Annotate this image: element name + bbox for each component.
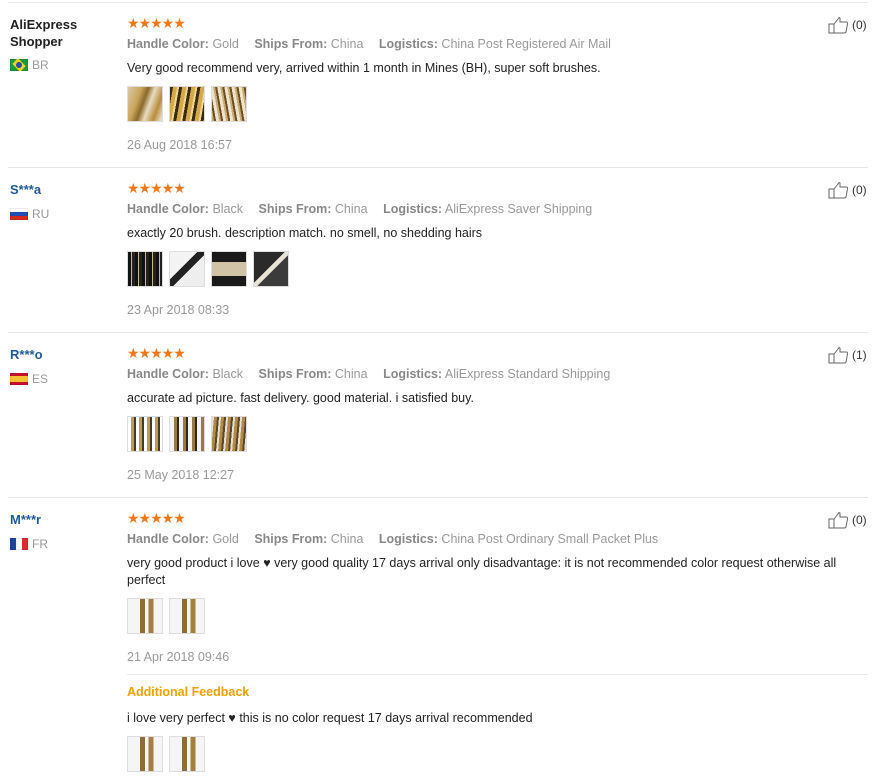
reviewer-name-line2: Shopper bbox=[10, 34, 63, 49]
review-text: very good product i love ♥ very good qua… bbox=[127, 556, 837, 587]
divider bbox=[8, 2, 868, 3]
ships-from-label: Ships From: bbox=[254, 37, 328, 51]
star-rating: ★★★★★ bbox=[127, 180, 186, 196]
review-photo-thumbnail[interactable] bbox=[127, 598, 163, 634]
additional-feedback-text: i love very perfect ♥ this is no color r… bbox=[127, 711, 533, 725]
helpful-button[interactable]: (1) bbox=[828, 346, 867, 364]
reviewer-country: BR bbox=[10, 58, 49, 72]
helpful-count: (0) bbox=[852, 513, 867, 527]
reviewer-name-line1: AliExpress bbox=[10, 17, 78, 32]
review-text: accurate ad picture. fast delivery. good… bbox=[127, 391, 474, 405]
divider bbox=[127, 674, 868, 675]
additional-feedback-photos bbox=[127, 736, 205, 772]
review-photo-thumbnail[interactable] bbox=[169, 251, 205, 287]
review-date: 23 Apr 2018 08:33 bbox=[127, 303, 230, 317]
helpful-count: (1) bbox=[852, 348, 867, 362]
ships-from-value: China bbox=[330, 37, 364, 51]
review-photo-thumbnail[interactable] bbox=[127, 86, 163, 122]
country-code: FR bbox=[32, 537, 48, 551]
review-photo-thumbnail[interactable] bbox=[169, 86, 205, 122]
spain-flag-icon bbox=[10, 373, 28, 385]
france-flag-icon bbox=[10, 538, 28, 550]
reviewer-name: AliExpress Shopper bbox=[10, 16, 77, 50]
handle-color-label: Handle Color: bbox=[127, 37, 209, 51]
helpful-count: (0) bbox=[852, 183, 867, 197]
reviewer-country: RU bbox=[10, 207, 49, 221]
ships-from-value: China bbox=[334, 202, 368, 216]
review-photo-thumbnail[interactable] bbox=[211, 251, 247, 287]
ships-from-label: Ships From: bbox=[258, 367, 332, 381]
review-text: exactly 20 brush. description match. no … bbox=[127, 226, 483, 240]
divider bbox=[8, 167, 868, 168]
helpful-button[interactable]: (0) bbox=[828, 181, 867, 199]
order-attributes: Handle Color: Black Ships From: China Lo… bbox=[127, 367, 610, 381]
order-attributes: Handle Color: Gold Ships From: China Log… bbox=[127, 532, 658, 546]
reviewer-name[interactable]: M***r bbox=[10, 511, 41, 528]
thumbs-up-icon bbox=[828, 17, 849, 34]
divider bbox=[8, 497, 868, 498]
handle-color-label: Handle Color: bbox=[127, 367, 209, 381]
handle-color-value: Black bbox=[212, 367, 244, 381]
handle-color-value: Black bbox=[212, 202, 244, 216]
review-photo-thumbnail[interactable] bbox=[211, 416, 247, 452]
helpful-button[interactable]: (0) bbox=[828, 16, 867, 34]
review-photos bbox=[127, 598, 205, 634]
reviewer-name[interactable]: R***o bbox=[10, 346, 43, 363]
review-photos bbox=[127, 251, 289, 287]
reviewer-name[interactable]: S***a bbox=[10, 181, 41, 198]
thumbs-up-icon bbox=[828, 182, 849, 199]
logistics-value: China Post Ordinary Small Packet Plus bbox=[441, 532, 659, 546]
review-date: 26 Aug 2018 16:57 bbox=[127, 138, 232, 152]
review-photos bbox=[127, 86, 247, 122]
ships-from-value: China bbox=[334, 367, 368, 381]
review-photo-thumbnail[interactable] bbox=[211, 86, 247, 122]
ships-from-value: China bbox=[330, 532, 364, 546]
country-code: RU bbox=[32, 207, 50, 221]
helpful-button[interactable]: (0) bbox=[828, 511, 867, 529]
country-code: BR bbox=[32, 58, 49, 72]
review-photo-thumbnail[interactable] bbox=[127, 416, 163, 452]
logistics-label: Logistics: bbox=[378, 532, 438, 546]
star-rating: ★★★★★ bbox=[127, 15, 186, 31]
review-photo-thumbnail[interactable] bbox=[169, 416, 205, 452]
star-rating: ★★★★★ bbox=[127, 510, 186, 526]
order-attributes: Handle Color: Gold Ships From: China Log… bbox=[127, 37, 611, 51]
handle-color-label: Handle Color: bbox=[127, 532, 209, 546]
review-text: Very good recommend very, arrived within… bbox=[127, 61, 601, 75]
ships-from-label: Ships From: bbox=[254, 532, 328, 546]
reviewer-country: FR bbox=[10, 537, 48, 551]
order-attributes: Handle Color: Black Ships From: China Lo… bbox=[127, 202, 592, 216]
logistics-value: China Post Registered Air Mail bbox=[441, 37, 611, 51]
review-date: 21 Apr 2018 09:46 bbox=[127, 650, 230, 664]
review-photo-thumbnail[interactable] bbox=[253, 251, 289, 287]
russia-flag-icon bbox=[10, 208, 28, 220]
logistics-label: Logistics: bbox=[383, 202, 443, 216]
handle-color-value: Gold bbox=[212, 37, 239, 51]
feedback-list: AliExpress Shopper BR ★★★★★ Handle Color… bbox=[0, 0, 880, 781]
divider bbox=[8, 332, 868, 333]
review-photo-thumbnail[interactable] bbox=[127, 251, 163, 287]
country-code: ES bbox=[32, 372, 49, 386]
thumbs-up-icon bbox=[828, 347, 849, 364]
brazil-flag-icon bbox=[10, 59, 28, 71]
review-photo-thumbnail[interactable] bbox=[169, 598, 205, 634]
ships-from-label: Ships From: bbox=[258, 202, 332, 216]
additional-feedback-title: Additional Feedback bbox=[127, 685, 250, 699]
star-rating: ★★★★★ bbox=[127, 345, 186, 361]
thumbs-up-icon bbox=[828, 512, 849, 529]
logistics-value: AliExpress Saver Shipping bbox=[444, 202, 593, 216]
review-photo-thumbnail[interactable] bbox=[127, 736, 163, 772]
handle-color-label: Handle Color: bbox=[127, 202, 209, 216]
logistics-value: AliExpress Standard Shipping bbox=[444, 367, 611, 381]
handle-color-value: Gold bbox=[212, 532, 239, 546]
helpful-count: (0) bbox=[852, 18, 867, 32]
review-photo-thumbnail[interactable] bbox=[169, 736, 205, 772]
review-photos bbox=[127, 416, 247, 452]
review-date: 25 May 2018 12:27 bbox=[127, 468, 235, 482]
logistics-label: Logistics: bbox=[383, 367, 443, 381]
logistics-label: Logistics: bbox=[378, 37, 438, 51]
reviewer-country: ES bbox=[10, 372, 48, 386]
